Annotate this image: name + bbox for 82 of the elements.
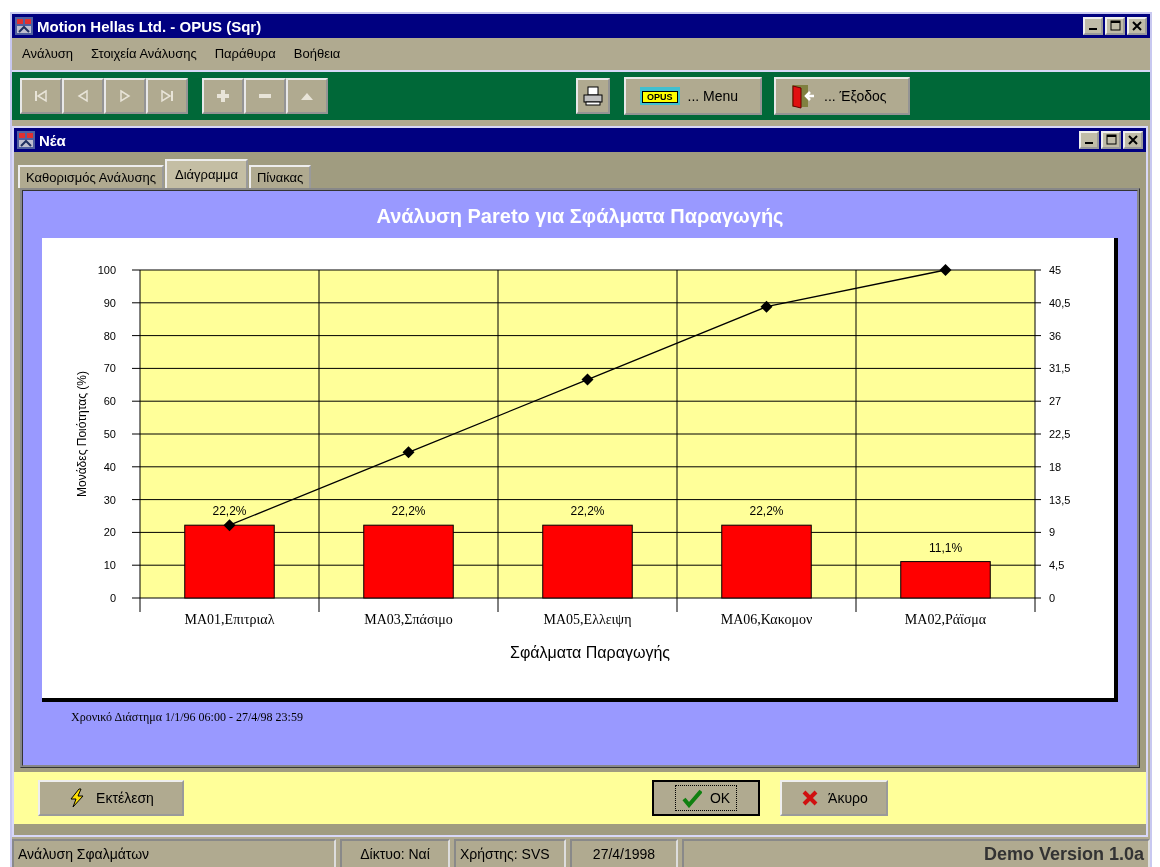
first-record-icon [33, 88, 49, 104]
axis-tick-label: 9 [1049, 526, 1056, 539]
category-label: MA06,Κακομον [720, 612, 813, 627]
menu-item[interactable]: Παράθυρα [214, 45, 276, 61]
axis-title: Μονάδες Ποιότητας (%) [75, 371, 89, 497]
data-point [581, 373, 594, 386]
last-record-icon [159, 88, 175, 104]
axis-tick-label: 0 [1049, 592, 1056, 604]
minimize-icon [1089, 28, 1097, 30]
minimize-icon [1085, 142, 1093, 144]
chart-title: Ανάλυση Pareto για Σφάλματα Παραγωγής [376, 205, 784, 228]
axis-tick-label: 27 [1049, 395, 1062, 408]
axis-tick-label: 18 [1049, 460, 1062, 473]
status-panel: Ανάλυση Σφαλμάτων [12, 839, 336, 867]
opus-logo: OPUS [642, 91, 678, 103]
category-label: MA02,Ράϊσμα [904, 612, 987, 627]
axis-tick-label: 30 [103, 493, 116, 506]
app-icon [17, 131, 35, 149]
axis-tick-label: 100 [97, 264, 116, 276]
close-button[interactable] [1123, 131, 1143, 149]
exit-button[interactable]: ... Έξοδος [774, 77, 910, 115]
menu-item[interactable]: Ανάλυση [22, 45, 73, 61]
minimize-button[interactable] [1083, 17, 1103, 35]
close-button[interactable] [1127, 17, 1147, 35]
time-range-text: Χρονικό Διάστημα 1/1/96 06:00 - 27/4/98 23:59 [71, 710, 303, 725]
menu-button[interactable]: OPUS ... Menu [624, 77, 762, 115]
window-title: Νέα [39, 131, 67, 149]
axis-tick-label: 80 [103, 329, 116, 342]
axis-tick-label: 36 [1049, 329, 1062, 342]
minimize-button[interactable] [1079, 131, 1099, 149]
printer-icon [583, 86, 603, 106]
maximize-icon [1108, 19, 1122, 33]
close-icon [1130, 19, 1144, 33]
value-label: 22,2% [212, 504, 247, 519]
app-icon [15, 17, 33, 35]
value-label: 22,2% [570, 504, 605, 519]
axis-tick-label: 40 [103, 460, 116, 473]
version-text: Demo Version 1.0a [682, 839, 1150, 867]
door-icon [790, 83, 816, 109]
previous-icon [75, 88, 91, 104]
axis-tick-label: 60 [103, 395, 116, 408]
window-title: Motion Hellas Ltd. - OPUS (Sqr) [37, 17, 263, 35]
close-icon [1126, 133, 1140, 147]
axis-tick-label: 70 [103, 362, 116, 375]
axis-tick-label: 0 [109, 592, 116, 604]
category-label: MA03,Σπάσιμο [364, 612, 453, 627]
menu-item[interactable]: Στοιχεία Ανάλυσης [91, 45, 197, 61]
status-panel: 27/4/1998 [570, 839, 678, 867]
next-icon [117, 88, 133, 104]
ok-button[interactable]: OK [652, 780, 760, 816]
category-label: MA01,Επιτριαλ [184, 612, 275, 627]
axis-tick-label: 13,5 [1049, 493, 1071, 506]
value-label: 11,1% [928, 540, 963, 555]
data-point [223, 519, 236, 532]
cancel-button[interactable]: Άκυρο [780, 780, 888, 816]
axis-title: Σφάλματα Παραγωγής [510, 644, 670, 661]
axis-tick-label: 20 [103, 526, 116, 539]
tab[interactable]: Διάγραμμα [164, 159, 248, 188]
print-button[interactable] [576, 78, 610, 114]
value-label: 22,2% [749, 504, 784, 519]
axis-tick-label: 22,5 [1049, 428, 1071, 440]
category-label: MA05,Ελλειψη [543, 612, 632, 627]
maximize-button[interactable] [1101, 131, 1121, 149]
axis-tick-label: 10 [103, 559, 116, 572]
axis-tick-label: 45 [1049, 264, 1062, 276]
maximize-button[interactable] [1105, 17, 1125, 35]
axis-tick-label: 4,5 [1049, 559, 1065, 572]
axis-tick-label: 31,5 [1049, 362, 1071, 375]
maximize-icon [1104, 133, 1118, 147]
checkmark-icon [681, 788, 702, 808]
run-button[interactable]: Εκτέλεση [38, 780, 184, 816]
plus-icon [215, 88, 231, 104]
tab[interactable]: Καθορισμός Ανάλυσης [18, 165, 164, 188]
status-panel: Χρήστης: SVS [454, 839, 566, 867]
data-point [402, 446, 415, 459]
axis-tick-label: 40,5 [1049, 296, 1071, 309]
axis-tick-label: 90 [103, 296, 116, 309]
value-label: 22,2% [391, 504, 426, 519]
tab[interactable]: Πίνακας [248, 165, 312, 188]
menu-item[interactable]: Βοήθεια [293, 45, 341, 61]
status-panel: Δίκτυο: Ναί [340, 839, 450, 867]
axis-tick-label: 50 [103, 428, 116, 440]
